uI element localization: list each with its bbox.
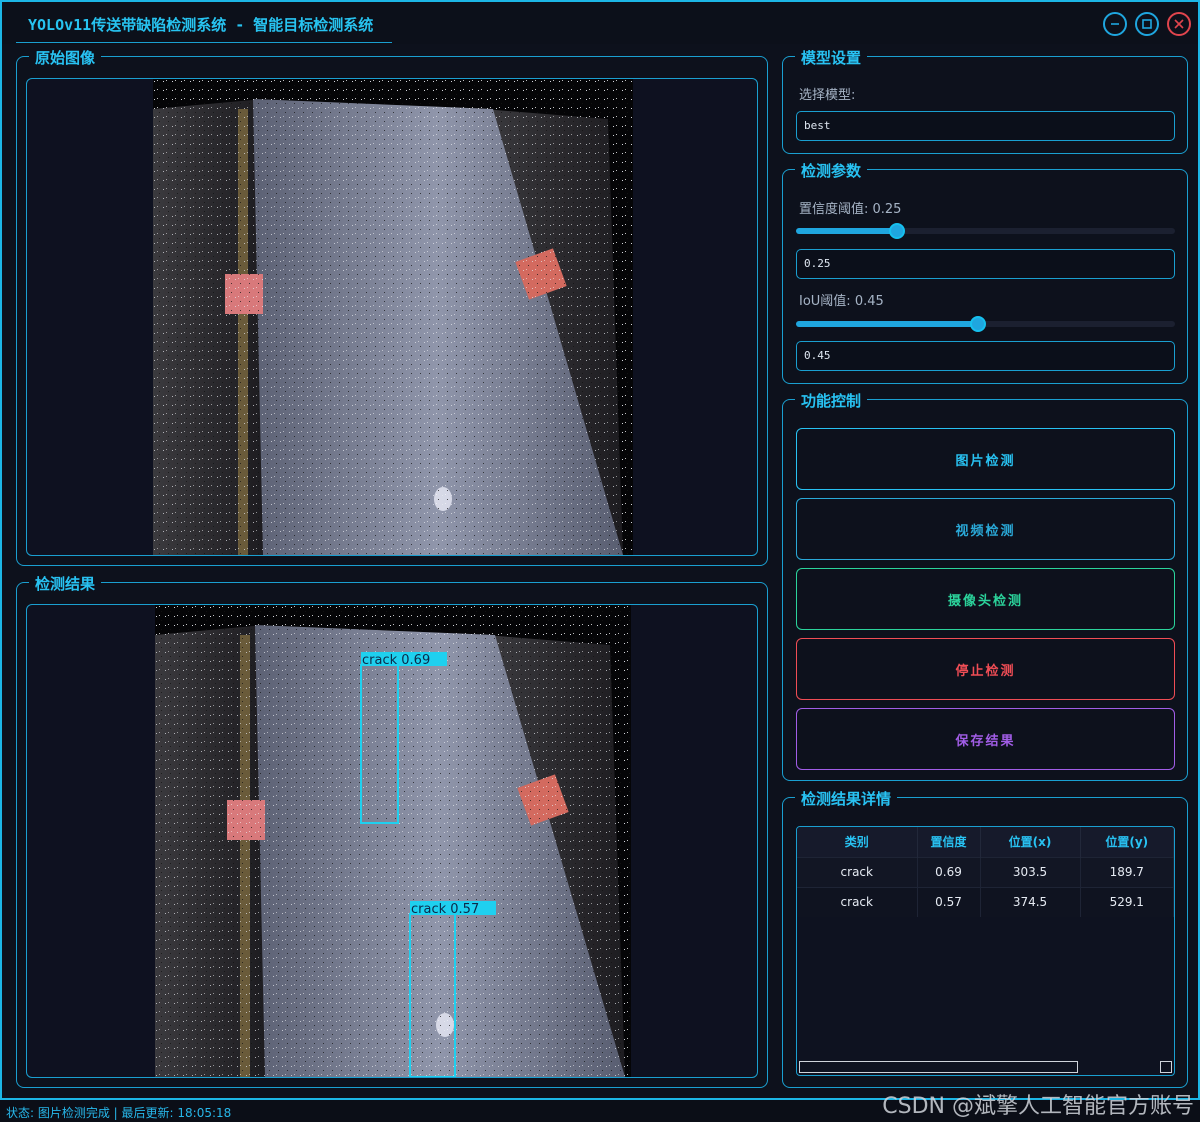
title-underline (16, 42, 392, 43)
watermark: CSDN @斌擎人工智能官方账号 (882, 1094, 1194, 1119)
col-header-y[interactable]: 位置(y) (1080, 827, 1174, 857)
col-header-confidence[interactable]: 置信度 (917, 827, 981, 857)
camera-detect-button[interactable]: 摄像头检测 (796, 568, 1175, 630)
minimize-button[interactable] (1103, 12, 1127, 36)
confidence-slider-handle[interactable] (889, 223, 905, 239)
iou-input[interactable]: 0.45 (796, 341, 1175, 371)
cell-y: 189.7 (1080, 856, 1174, 887)
iou-slider[interactable] (796, 316, 1175, 332)
results-table: 类别 置信度 位置(x) 位置(y) crack 0.69 303.5 189.… (797, 827, 1174, 917)
image-detect-button[interactable]: 图片检测 (796, 428, 1175, 490)
detection-label-2: crack 0.57 (411, 902, 479, 917)
cell-y: 529.1 (1080, 886, 1174, 917)
confidence-slider[interactable] (796, 223, 1175, 239)
video-detect-button[interactable]: 视频检测 (796, 498, 1175, 560)
select-model-label: 选择模型: (799, 88, 856, 103)
detect-params-title: 检测参数 (795, 160, 868, 181)
original-image-title: 原始图像 (29, 47, 102, 68)
confidence-label: 置信度阈值: 0.25 (799, 202, 902, 217)
maximize-icon (1142, 19, 1152, 29)
status-text: 状态: 图片检测完成 | 最后更新: 18:05:18 (6, 1106, 232, 1120)
conveyor-belt-image (153, 79, 633, 555)
minimize-icon (1111, 23, 1119, 25)
iou-slider-fill (796, 321, 978, 327)
close-icon (1174, 19, 1184, 29)
cell-x: 374.5 (980, 886, 1081, 917)
original-image-view (26, 78, 758, 556)
results-table-container: 类别 置信度 位置(x) 位置(y) crack 0.69 303.5 189.… (796, 826, 1175, 1076)
detection-result-group: 检测结果 crack 0.69 crack 0.57 (16, 573, 768, 1088)
save-results-button[interactable]: 保存结果 (796, 708, 1175, 770)
detection-label-1: crack 0.69 (362, 653, 430, 668)
stop-detect-button[interactable]: 停止检测 (796, 638, 1175, 700)
model-settings-group: 模型设置 选择模型: best (782, 47, 1188, 154)
results-detail-title: 检测结果详情 (795, 788, 898, 809)
col-header-class[interactable]: 类别 (797, 827, 918, 857)
detection-result-view: crack 0.69 crack 0.57 (26, 604, 758, 1078)
table-header-row: 类别 置信度 位置(x) 位置(y) (797, 827, 1174, 857)
cell-confidence: 0.57 (917, 886, 981, 917)
confidence-slider-fill (796, 228, 897, 234)
detection-result-title: 检测结果 (29, 573, 102, 594)
close-button[interactable] (1167, 12, 1191, 36)
col-header-x[interactable]: 位置(x) (980, 827, 1081, 857)
table-row[interactable]: crack 0.69 303.5 189.7 (797, 856, 1174, 887)
cell-class: crack (797, 886, 918, 917)
cell-class: crack (797, 856, 918, 887)
controls-title: 功能控制 (795, 390, 868, 411)
iou-label: IoU阈值: 0.45 (799, 294, 884, 309)
original-image-group: 原始图像 (16, 47, 768, 566)
horizontal-scrollbar[interactable] (799, 1061, 1078, 1073)
detect-params-group: 检测参数 置信度阈值: 0.25 0.25 IoU阈值: 0.45 0.45 (782, 160, 1188, 384)
app-window: YOLOv11传送带缺陷检测系统 - 智能目标检测系统 原始图像 检测结果 cr… (0, 0, 1200, 1100)
iou-slider-handle[interactable] (970, 316, 986, 332)
table-row[interactable]: crack 0.57 374.5 529.1 (797, 886, 1174, 917)
window-title: YOLOv11传送带缺陷检测系统 - 智能目标检测系统 (28, 16, 374, 34)
scrollbar-corner (1160, 1061, 1172, 1073)
title-bar[interactable]: YOLOv11传送带缺陷检测系统 - 智能目标检测系统 (2, 2, 1198, 44)
cell-x: 303.5 (980, 856, 1081, 887)
controls-group: 功能控制 图片检测 视频检测 摄像头检测 停止检测 保存结果 (782, 390, 1188, 781)
maximize-button[interactable] (1135, 12, 1159, 36)
model-settings-title: 模型设置 (795, 47, 868, 68)
results-detail-group: 检测结果详情 类别 置信度 位置(x) 位置(y) crack 0.69 303… (782, 788, 1188, 1088)
model-select[interactable]: best (796, 111, 1175, 141)
cell-confidence: 0.69 (917, 856, 981, 887)
confidence-input[interactable]: 0.25 (796, 249, 1175, 279)
annotated-belt-image: crack 0.69 crack 0.57 (155, 605, 631, 1077)
